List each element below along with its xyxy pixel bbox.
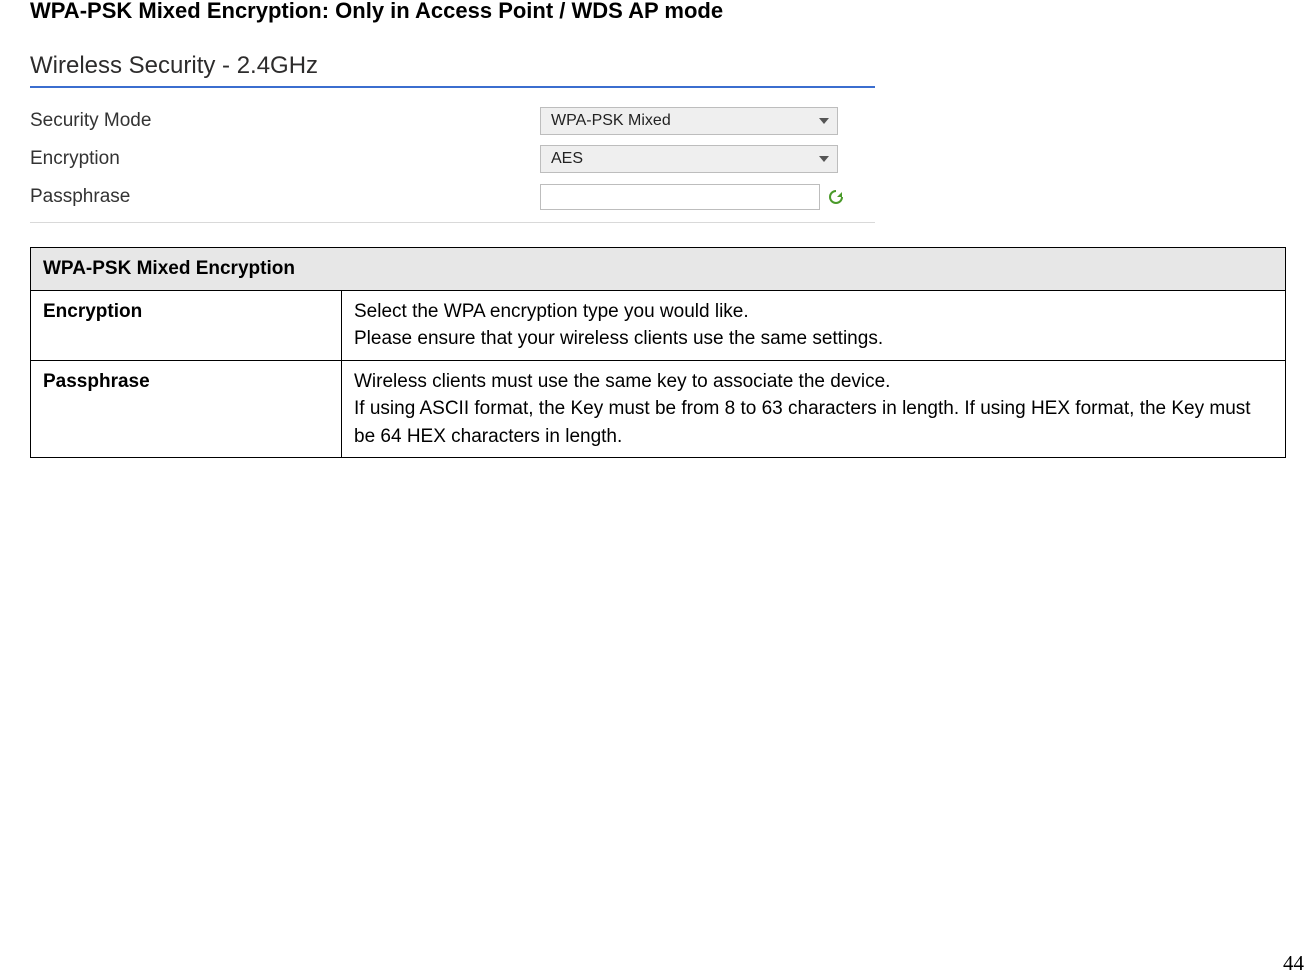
- generate-key-icon[interactable]: [828, 189, 844, 205]
- encryption-label: Encryption: [30, 148, 540, 170]
- security-mode-select[interactable]: WPA-PSK Mixed: [540, 107, 838, 135]
- desc-line: Please ensure that your wireless clients…: [354, 328, 883, 349]
- chevron-down-icon: [819, 118, 829, 124]
- encryption-value: AES: [551, 150, 583, 168]
- desc-line: Select the WPA encryption type you would…: [354, 301, 749, 322]
- desc-encryption: Select the WPA encryption type you would…: [342, 290, 1286, 360]
- wireless-security-panel: Wireless Security - 2.4GHz Security Mode…: [30, 52, 875, 223]
- security-mode-value: WPA-PSK Mixed: [551, 112, 671, 130]
- description-table: WPA-PSK Mixed Encryption Encryption Sele…: [30, 247, 1286, 458]
- table-row: Encryption Select the WPA encryption typ…: [31, 290, 1286, 360]
- table-row: Passphrase Wireless clients must use the…: [31, 360, 1286, 458]
- page-number: 44: [1283, 951, 1304, 976]
- panel-divider: [30, 86, 875, 88]
- row-security-mode: Security Mode WPA-PSK Mixed: [30, 102, 875, 140]
- table-header: WPA-PSK Mixed Encryption: [31, 248, 1286, 291]
- row-passphrase: Passphrase: [30, 178, 875, 216]
- panel-bottom-divider: [30, 222, 875, 223]
- desc-line: Wireless clients must use the same key t…: [354, 371, 890, 392]
- row-encryption: Encryption AES: [30, 140, 875, 178]
- term-passphrase: Passphrase: [31, 360, 342, 458]
- panel-heading: Wireless Security - 2.4GHz: [30, 52, 875, 80]
- passphrase-label: Passphrase: [30, 186, 540, 208]
- term-encryption: Encryption: [31, 290, 342, 360]
- table-header-row: WPA-PSK Mixed Encryption: [31, 248, 1286, 291]
- desc-line: If using ASCII format, the Key must be f…: [354, 398, 1251, 447]
- desc-passphrase: Wireless clients must use the same key t…: [342, 360, 1286, 458]
- security-mode-label: Security Mode: [30, 110, 540, 132]
- page-title: WPA-PSK Mixed Encryption: Only in Access…: [30, 0, 1290, 24]
- passphrase-input[interactable]: [540, 184, 820, 210]
- encryption-select[interactable]: AES: [540, 145, 838, 173]
- chevron-down-icon: [819, 156, 829, 162]
